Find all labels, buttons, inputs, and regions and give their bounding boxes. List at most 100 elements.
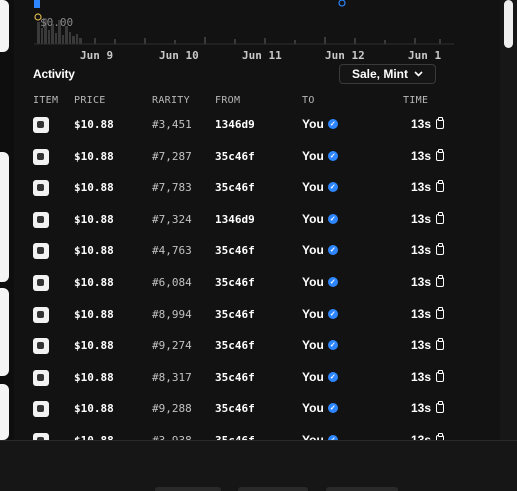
column-header-from: FROM xyxy=(215,95,241,106)
left-card-edge xyxy=(0,288,9,376)
time-cell[interactable]: 13s xyxy=(411,180,444,194)
activity-row[interactable]: $10.88 #3,451 1346d9 You ✓ 13s xyxy=(14,117,500,148)
to-name[interactable]: You xyxy=(302,275,324,289)
date-tick: Jun 10 xyxy=(159,49,199,62)
scrollbar-thumb[interactable] xyxy=(504,0,513,48)
footer-tab[interactable] xyxy=(155,487,221,491)
rarity-cell: #9,288 xyxy=(152,402,192,416)
nft-thumbnail[interactable] xyxy=(33,401,49,418)
verified-check-icon: ✓ xyxy=(327,403,338,414)
clipboard-icon[interactable] xyxy=(436,211,444,224)
activity-filter-dropdown[interactable]: Sale, Mint xyxy=(339,64,436,84)
activity-row[interactable]: $10.88 #7,287 35c46f You ✓ 13s xyxy=(14,148,500,180)
verified-check-icon: ✓ xyxy=(327,245,338,256)
clipboard-icon[interactable] xyxy=(436,401,444,414)
to-name[interactable]: You xyxy=(302,180,324,194)
to-name[interactable]: You xyxy=(302,433,324,440)
verified-check-icon: ✓ xyxy=(327,213,338,224)
nft-thumbnail[interactable] xyxy=(33,243,49,260)
to-name[interactable]: You xyxy=(302,117,324,131)
activity-row[interactable]: $10.88 #9,274 35c46f You ✓ 13s xyxy=(14,338,500,369)
volume-bar-group xyxy=(37,18,441,44)
column-header-time[interactable]: TIME xyxy=(403,95,428,106)
time-cell[interactable]: 13s xyxy=(411,243,444,257)
nft-thumbnail[interactable] xyxy=(33,338,49,355)
footer-tab[interactable] xyxy=(238,487,308,491)
from-address-link[interactable]: 35c46f xyxy=(215,371,255,384)
activity-row[interactable]: $10.88 #9,288 35c46f You ✓ 13s xyxy=(14,401,500,432)
clipboard-icon[interactable] xyxy=(436,338,444,351)
time-ago: 13s xyxy=(410,117,431,131)
verified-check-icon: ✓ xyxy=(327,150,338,161)
to-name[interactable]: You xyxy=(302,212,324,226)
nft-thumbnail[interactable] xyxy=(33,306,49,323)
time-cell[interactable]: 13s xyxy=(411,275,444,289)
nft-thumbnail[interactable] xyxy=(33,180,49,197)
time-cell[interactable]: 13s xyxy=(411,211,444,226)
time-ago: 13s xyxy=(410,243,431,258)
date-tick: Jun 11 xyxy=(242,49,282,62)
selection-handle-right[interactable] xyxy=(338,0,346,7)
activity-panel: $0.00 Jun 9 Jun 10 Jun 11 Jun 12 Jun 1 A… xyxy=(14,0,500,440)
to-name[interactable]: You xyxy=(302,338,324,352)
activity-row[interactable]: $10.88 #6,084 35c46f You ✓ 13s xyxy=(14,275,500,306)
from-address-link[interactable]: 35c46f xyxy=(215,402,255,415)
page-scrollbar[interactable] xyxy=(500,0,517,440)
to-name[interactable]: You xyxy=(302,401,324,415)
time-cell[interactable]: 13s xyxy=(411,338,444,352)
nft-thumbnail[interactable] xyxy=(33,117,49,133)
date-tick: Jun 9 xyxy=(80,49,114,62)
selection-handle-left[interactable] xyxy=(34,0,40,8)
time-ago: 13s xyxy=(410,338,431,353)
from-address-link[interactable]: 35c46f xyxy=(215,181,255,194)
from-address-link[interactable]: 35c46f xyxy=(215,244,255,257)
clipboard-icon[interactable] xyxy=(436,275,444,287)
column-header-rarity[interactable]: RARITY xyxy=(152,95,190,106)
nft-thumbnail[interactable] xyxy=(33,275,49,291)
activity-title: Activity xyxy=(33,67,75,81)
time-cell[interactable]: 13s xyxy=(411,401,444,415)
to-name[interactable]: You xyxy=(302,243,324,257)
activity-row[interactable]: $10.88 #7,783 35c46f You ✓ 13s xyxy=(14,180,500,211)
activity-row[interactable]: $10.88 #7,324 1346d9 You ✓ 13s xyxy=(14,211,500,243)
from-address-link[interactable]: 1346d9 xyxy=(215,213,255,226)
to-name[interactable]: You xyxy=(302,370,324,384)
to-name[interactable]: You xyxy=(302,149,324,163)
from-address-link[interactable]: 35c46f xyxy=(215,150,255,163)
to-cell: You✓ xyxy=(302,212,338,226)
column-header-price[interactable]: PRICE xyxy=(74,95,106,106)
nft-thumbnail[interactable] xyxy=(33,433,49,440)
price-chart: $0.00 Jun 9 Jun 10 Jun 11 Jun 12 Jun 1 xyxy=(34,0,454,64)
footer-tab[interactable] xyxy=(326,487,398,491)
time-cell[interactable]: 13s xyxy=(411,117,444,131)
nft-thumbnail[interactable] xyxy=(33,148,49,165)
nft-thumbnail[interactable] xyxy=(33,369,49,386)
clipboard-icon[interactable] xyxy=(436,369,444,382)
activity-row[interactable]: $10.88 #8,994 35c46f You ✓ 13s xyxy=(14,306,500,338)
time-cell[interactable]: 13s xyxy=(411,433,444,440)
from-address-link[interactable]: 35c46f xyxy=(215,308,255,321)
time-cell[interactable]: 13s xyxy=(411,148,444,163)
to-name[interactable]: You xyxy=(302,307,324,321)
from-address-link[interactable]: 1346d9 xyxy=(215,118,255,131)
nft-thumbnail[interactable] xyxy=(33,211,49,228)
from-address-link[interactable]: 35c46f xyxy=(215,339,255,352)
volume-bars xyxy=(34,0,454,45)
clipboard-icon[interactable] xyxy=(436,306,444,319)
price-cell: $10.88 xyxy=(74,370,114,384)
activity-row[interactable]: $10.88 #4,763 35c46f You ✓ 13s xyxy=(14,243,500,274)
price-axis-label: $0.00 xyxy=(40,16,74,29)
time-cell[interactable]: 13s xyxy=(410,306,444,321)
rarity-cell: #4,763 xyxy=(152,244,192,258)
time-ago: 13s xyxy=(410,433,431,440)
clipboard-icon[interactable] xyxy=(436,180,444,193)
from-address-link[interactable]: 35c46f xyxy=(215,276,255,289)
activity-row[interactable]: $10.88 #8,317 35c46f You ✓ 13s xyxy=(14,369,500,401)
activity-row[interactable]: $10.88#3,93835c46fYou✓13s xyxy=(14,433,500,440)
clipboard-icon[interactable] xyxy=(436,117,444,129)
clipboard-icon[interactable] xyxy=(436,148,444,161)
clipboard-icon[interactable] xyxy=(436,243,444,256)
time-cell[interactable]: 13s xyxy=(411,369,444,384)
time-ago: 13s xyxy=(410,306,431,321)
to-cell: You✓ xyxy=(302,180,338,194)
